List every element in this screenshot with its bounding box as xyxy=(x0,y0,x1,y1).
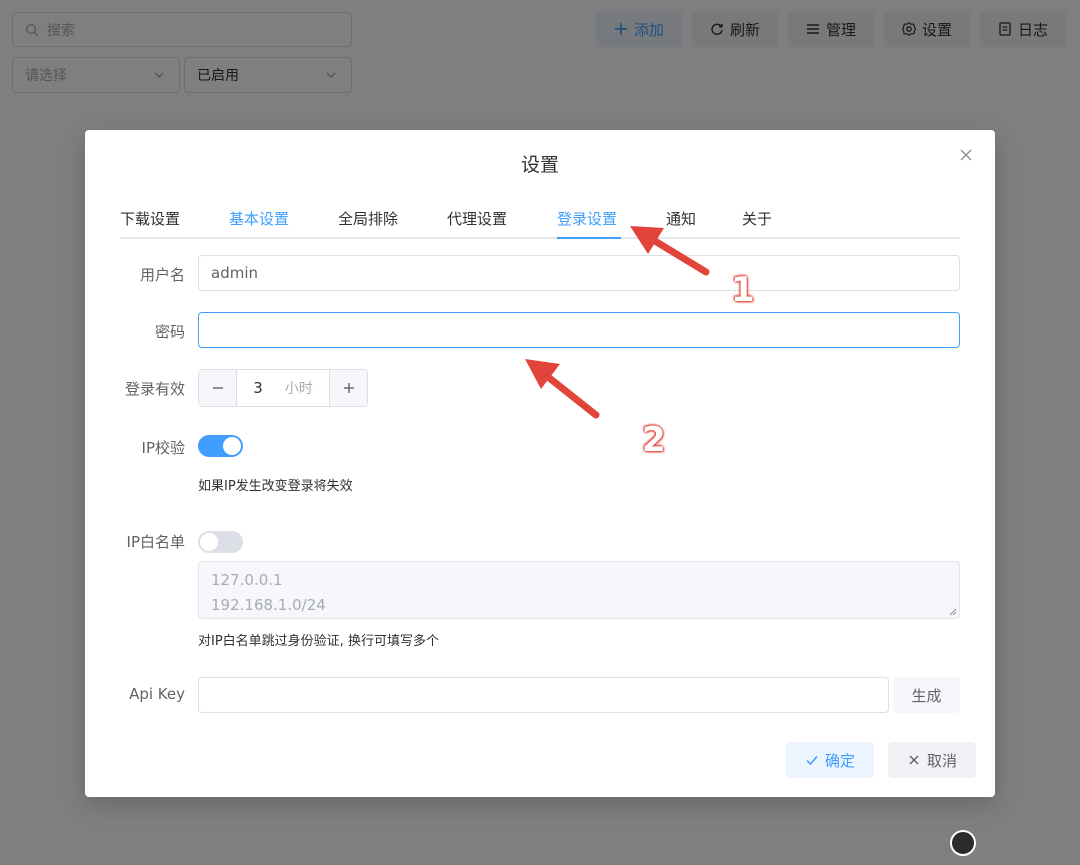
username-value: admin xyxy=(211,264,258,282)
close-icon xyxy=(909,755,919,765)
ip-whitelist-placeholder-line2: 192.168.1.0/24 xyxy=(211,596,326,614)
ip-whitelist-switch[interactable] xyxy=(198,531,243,553)
switch-knob xyxy=(223,437,241,455)
watermark-logo xyxy=(950,829,976,856)
confirm-button[interactable]: 确定 xyxy=(786,742,874,778)
username-label: 用户名 xyxy=(139,266,185,284)
ip-whitelist-textarea[interactable]: 127.0.0.1 192.168.1.0/24 xyxy=(198,561,960,619)
check-icon xyxy=(806,756,818,766)
close-icon xyxy=(960,149,972,161)
settings-tabs: 下载设置 基本设置 全局排除 代理设置 登录设置 通知 关于 xyxy=(120,200,960,239)
ip-whitelist-placeholder-line1: 127.0.0.1 xyxy=(211,571,283,589)
tab-about[interactable]: 关于 xyxy=(742,208,772,229)
login-valid-stepper: 3 小时 xyxy=(198,369,368,407)
tab-basic-settings[interactable]: 基本设置 xyxy=(229,208,289,229)
tab-login-settings[interactable]: 登录设置 xyxy=(557,208,617,229)
ip-whitelist-hint: 对IP白名单跳过身份验证, 换行可填写多个 xyxy=(198,634,439,649)
switch-knob xyxy=(200,533,218,551)
confirm-button-label: 确定 xyxy=(824,751,855,770)
decrease-button[interactable] xyxy=(199,370,237,406)
password-label: 密码 xyxy=(154,323,185,341)
resize-grip-icon[interactable] xyxy=(949,608,957,616)
ip-check-label: IP校验 xyxy=(141,439,185,457)
close-button[interactable] xyxy=(957,146,975,164)
annotation-number-1: 1 xyxy=(731,270,755,310)
annotation-number-2: 2 xyxy=(642,420,666,460)
ip-check-switch[interactable] xyxy=(198,435,243,457)
tab-proxy-settings[interactable]: 代理设置 xyxy=(447,208,507,229)
minus-icon xyxy=(212,387,223,389)
apikey-label: Api Key xyxy=(129,685,185,703)
ip-whitelist-label: IP白名单 xyxy=(126,533,185,551)
ip-check-hint: 如果IP发生改变登录将失效 xyxy=(198,479,353,494)
dialog-title: 设置 xyxy=(520,154,559,176)
cancel-button-label: 取消 xyxy=(926,751,957,770)
apikey-input[interactable] xyxy=(198,677,889,713)
login-valid-value: 3 xyxy=(253,379,263,397)
username-input[interactable]: admin xyxy=(198,255,960,291)
login-valid-label: 登录有效 xyxy=(124,380,185,398)
cancel-button[interactable]: 取消 xyxy=(888,742,976,778)
tab-notification[interactable]: 通知 xyxy=(666,208,696,229)
tab-download-settings[interactable]: 下载设置 xyxy=(120,208,180,229)
active-tab-indicator xyxy=(557,237,621,239)
tab-global-exclude[interactable]: 全局排除 xyxy=(338,208,398,229)
password-input[interactable] xyxy=(198,312,960,348)
login-valid-unit: 小时 xyxy=(284,381,313,397)
generate-button[interactable]: 生成 xyxy=(893,677,960,713)
settings-dialog: 设置 下载设置 基本设置 全局排除 代理设置 登录设置 通知 关于 用户名 ad… xyxy=(85,130,995,797)
plus-icon xyxy=(343,383,354,393)
increase-button[interactable] xyxy=(329,370,367,406)
login-valid-input[interactable]: 3 小时 xyxy=(237,370,329,406)
watermark xyxy=(948,820,1080,865)
